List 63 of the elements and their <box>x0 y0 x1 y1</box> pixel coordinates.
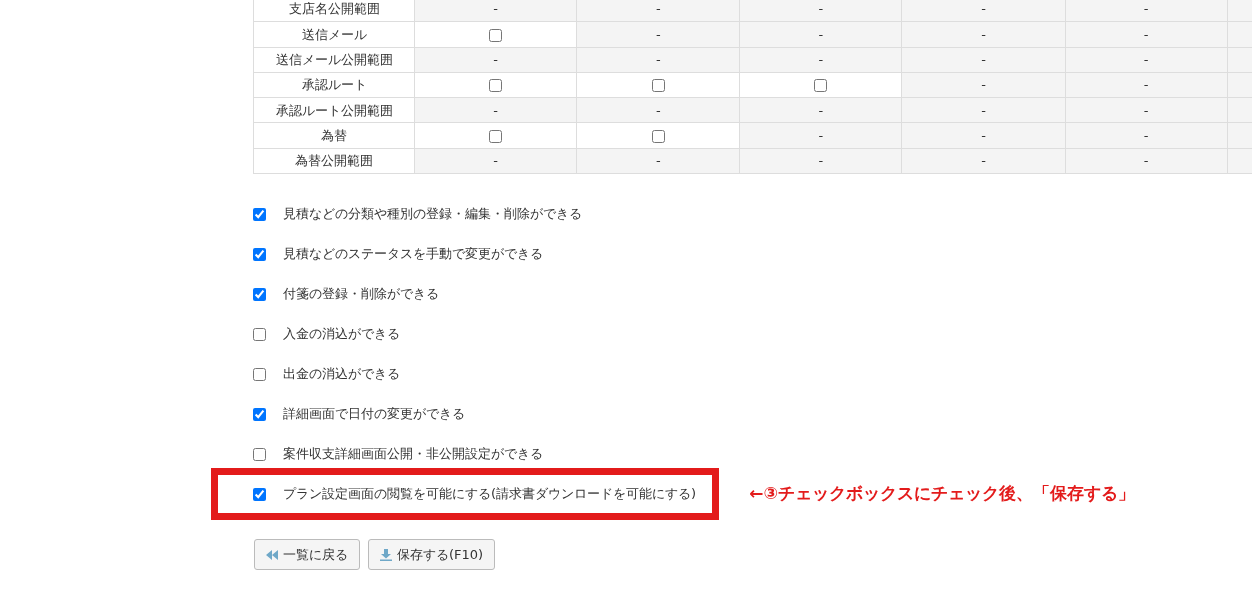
table-cell: - <box>818 26 824 42</box>
table-cell: - <box>818 102 824 118</box>
checkbox[interactable] <box>489 79 503 93</box>
table-cell: - <box>493 102 498 118</box>
checkbox[interactable] <box>253 287 266 301</box>
double-left-triangle-icon <box>266 549 278 560</box>
row-label: 送信メール公開範囲 <box>275 52 393 67</box>
row-label: 送信メール <box>301 26 367 42</box>
row-label: 承認ルート公開範囲 <box>275 102 393 118</box>
table-cell: - <box>655 52 661 67</box>
table-cell: - <box>981 153 986 169</box>
annotation-text: ←③チェックボックスにチェック後、「保存する」 <box>749 482 1135 506</box>
table-cell: - <box>1143 153 1149 169</box>
back-button[interactable]: 一覧に戻る <box>254 539 360 571</box>
checkbox-label: 案件収支詳細画面公開・非公開設定ができる <box>283 445 543 464</box>
table-cell: - <box>655 153 661 169</box>
checkbox-label: 詳細画面で日付の変更ができる <box>283 405 465 424</box>
row-label: 支店名公開範囲 <box>288 1 380 17</box>
checkbox[interactable] <box>651 129 665 143</box>
save-button[interactable]: 保存する(F10) <box>368 539 496 571</box>
table-cell: - <box>493 52 498 67</box>
table-cell: - <box>818 1 824 17</box>
checkbox[interactable] <box>253 407 266 421</box>
table-cell: - <box>981 1 986 17</box>
table-cell: - <box>1143 52 1149 67</box>
table-cell: - <box>1143 102 1149 118</box>
checkbox[interactable] <box>253 327 266 341</box>
checkbox[interactable] <box>253 487 266 501</box>
checkbox[interactable] <box>814 79 828 93</box>
table-cell: - <box>981 102 986 118</box>
table-cell: - <box>493 1 498 17</box>
checkbox[interactable] <box>253 247 266 261</box>
table-cell: - <box>818 127 824 143</box>
table-cell: - <box>1143 1 1149 17</box>
table-cell: - <box>818 52 824 67</box>
checkbox-label: 見積などのステータスを手動で変更ができる <box>283 245 543 264</box>
table-cell: - <box>655 1 661 17</box>
table-cell: - <box>1143 127 1149 143</box>
table-cell: - <box>981 26 986 42</box>
checkbox-label: 出金の消込ができる <box>283 365 400 384</box>
table-cell: - <box>981 52 986 67</box>
checkbox[interactable] <box>651 79 665 93</box>
checkbox[interactable] <box>489 129 503 143</box>
checkbox[interactable] <box>489 28 503 42</box>
table-cell: - <box>1143 26 1149 42</box>
checkbox[interactable] <box>253 207 266 221</box>
checkbox-label: 付箋の登録・削除ができる <box>283 285 439 304</box>
download-icon <box>380 548 392 561</box>
checkbox[interactable] <box>253 367 266 381</box>
table-cell: - <box>818 153 824 169</box>
table-cell: - <box>655 102 661 118</box>
checkbox[interactable] <box>253 447 266 461</box>
row-label: 為替公開範囲 <box>295 153 374 169</box>
table-cell: - <box>981 77 986 93</box>
table-cell: - <box>1143 77 1149 93</box>
table-cell: - <box>655 26 661 42</box>
table-cell: - <box>981 127 986 143</box>
table-cell: - <box>493 153 498 169</box>
checkbox-label: 入金の消込ができる <box>283 325 400 344</box>
checkbox-label: プラン設定画面の閲覧を可能にする(請求書ダウンロードを可能にする) <box>283 485 697 504</box>
row-label: 為替 <box>321 127 348 143</box>
checkbox-label: 見積などの分類や種別の登録・編集・削除ができる <box>283 205 582 224</box>
row-label: 承認ルート <box>301 77 367 93</box>
